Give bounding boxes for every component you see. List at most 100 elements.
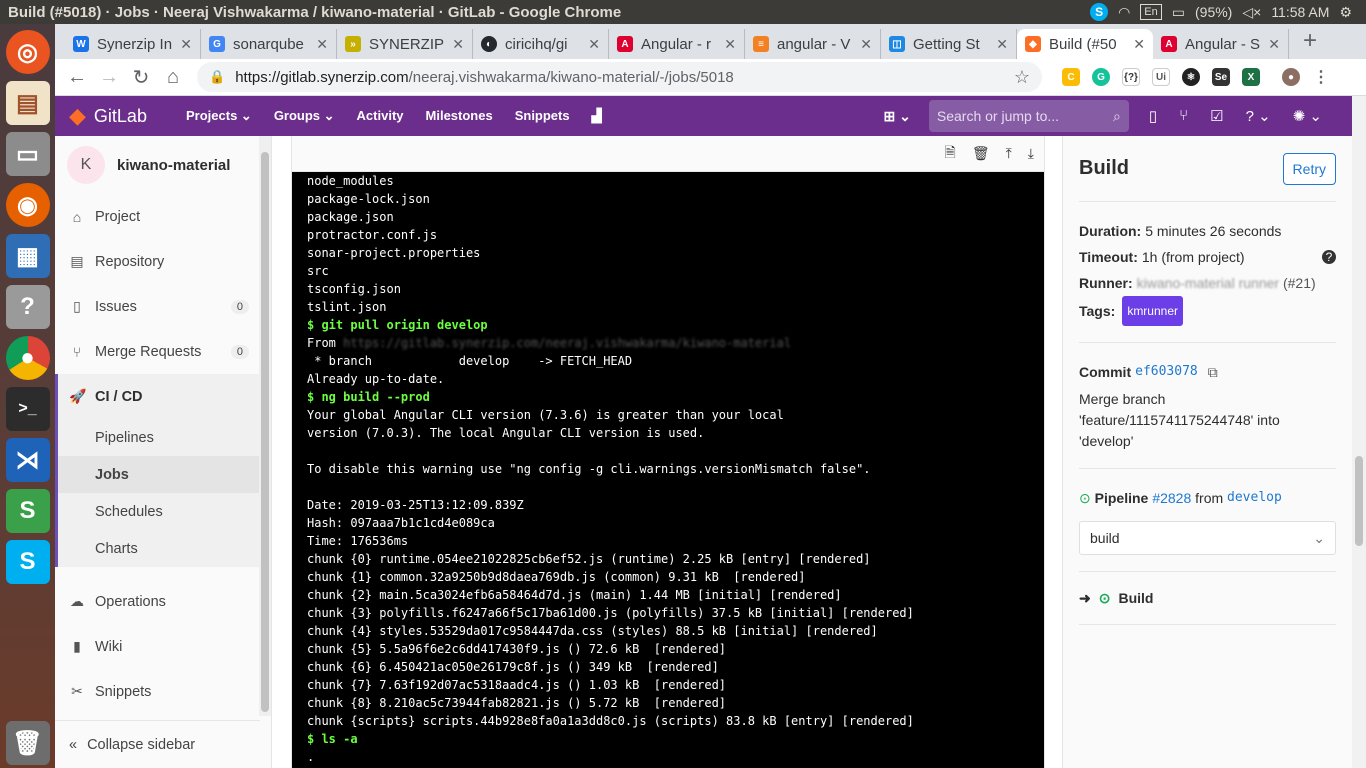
- reload-icon[interactable]: ↻: [125, 65, 157, 90]
- extension-icon[interactable]: C: [1062, 68, 1080, 86]
- nav-milestones[interactable]: Milestones: [426, 108, 493, 124]
- files-icon[interactable]: ▭: [5, 132, 50, 176]
- tab-close-icon[interactable]: ✕: [996, 36, 1008, 53]
- browser-tab[interactable]: A Angular - S ✕: [1153, 29, 1289, 59]
- tab-close-icon[interactable]: ✕: [1133, 36, 1145, 53]
- slack-s-icon[interactable]: S: [5, 489, 50, 533]
- nav-projects[interactable]: Projects ⌄: [186, 108, 252, 124]
- log-line: chunk {6} 6.450421ac050e26179c8f.js () 3…: [307, 660, 719, 674]
- collapse-sidebar-button[interactable]: « Collapse sidebar: [55, 720, 260, 768]
- stage-dropdown[interactable]: build ⌄: [1079, 521, 1336, 555]
- browser-tab[interactable]: ◐ ciricihq/gi ✕: [473, 29, 609, 59]
- project-header[interactable]: K kiwano-material: [55, 136, 271, 194]
- clock[interactable]: 11:58 AM: [1271, 4, 1329, 20]
- tab-title: Build (#50: [1049, 35, 1117, 53]
- sidebar-subitem-charts[interactable]: Charts: [58, 530, 271, 567]
- issues-icon[interactable]: ▯: [1149, 107, 1157, 125]
- json-extension-icon[interactable]: {?}: [1122, 68, 1140, 86]
- help-circle-icon[interactable]: ?: [1322, 250, 1336, 264]
- page-scrollbar[interactable]: [1352, 96, 1366, 768]
- pipeline-link[interactable]: #2828: [1152, 485, 1191, 511]
- nav-activity[interactable]: Activity: [357, 108, 404, 124]
- tab-close-icon[interactable]: ✕: [860, 36, 872, 53]
- tab-close-icon[interactable]: ✕: [316, 36, 328, 53]
- log-command-line: $ ng build --prod: [307, 390, 430, 404]
- tab-close-icon[interactable]: ✕: [452, 36, 464, 53]
- writer-icon[interactable]: ▦: [5, 234, 50, 278]
- branch-link[interactable]: develop: [1227, 485, 1282, 511]
- sidebar-item-wiki[interactable]: ▮ Wiki: [55, 624, 271, 669]
- sidebar-subitem-pipelines[interactable]: Pipelines: [58, 419, 271, 456]
- battery-icon[interactable]: ▭: [1172, 4, 1185, 21]
- bookmark-star-icon[interactable]: ☆: [1014, 67, 1030, 88]
- merge-requests-icon[interactable]: ⑂: [1179, 107, 1188, 125]
- user-avatar[interactable]: ✺ ⌄: [1293, 107, 1322, 125]
- volume-icon[interactable]: ◁×: [1242, 4, 1261, 21]
- browser-tab[interactable]: W Synerzip In ✕: [65, 29, 201, 59]
- react-devtools-icon[interactable]: ⚛: [1182, 68, 1200, 86]
- sidebar-item-issues[interactable]: ▯ Issues 0: [55, 284, 271, 329]
- browser-tab[interactable]: » SYNERZIP ✕: [337, 29, 473, 59]
- browser-tab-active[interactable]: ◆ Build (#50 ✕: [1017, 29, 1153, 59]
- tab-close-icon[interactable]: ✕: [1268, 36, 1280, 53]
- keyboard-language[interactable]: En: [1140, 4, 1162, 20]
- chrome-icon[interactable]: ●: [5, 336, 50, 380]
- vscode-icon[interactable]: ⋊: [5, 438, 50, 482]
- sidebar-item-project[interactable]: ⌂ Project: [55, 194, 271, 239]
- selenium-icon[interactable]: Se: [1212, 68, 1230, 86]
- sidebar-scroll-thumb[interactable]: [261, 152, 269, 712]
- erase-log-icon[interactable]: 🗑: [972, 145, 990, 162]
- settings-gear-icon[interactable]: ⚙: [1339, 4, 1352, 21]
- tab-close-icon[interactable]: ✕: [588, 36, 600, 53]
- tab-close-icon[interactable]: ✕: [180, 36, 192, 53]
- browser-tab[interactable]: ≡ angular - V ✕: [745, 29, 881, 59]
- profile-avatar[interactable]: ●: [1282, 68, 1300, 86]
- scroll-to-top-icon[interactable]: ⤒: [1006, 145, 1012, 162]
- help-icon[interactable]: ?: [5, 285, 50, 329]
- back-icon[interactable]: ←: [61, 66, 93, 89]
- sidebar-item-repository[interactable]: ▤ Repository: [55, 239, 271, 284]
- trash-icon[interactable]: 🗑: [5, 721, 50, 765]
- stage-job-item[interactable]: ➜ ⊙ Build: [1079, 571, 1336, 625]
- page-scroll-thumb[interactable]: [1355, 456, 1363, 546]
- ubuntu-dash-icon[interactable]: ◎: [5, 30, 50, 74]
- sidebar-scrollbar[interactable]: [259, 136, 271, 716]
- browser-tab[interactable]: Gsonarqube ✕: [201, 29, 337, 59]
- terminal-icon[interactable]: >_: [5, 387, 50, 431]
- wifi-icon[interactable]: ◠: [1118, 4, 1130, 21]
- skype-icon[interactable]: S: [5, 540, 50, 584]
- excel-extension-icon[interactable]: X: [1242, 68, 1260, 86]
- raw-log-icon[interactable]: 🗎: [945, 142, 956, 166]
- ui-extension-icon[interactable]: Ui: [1152, 68, 1170, 86]
- forward-icon[interactable]: →: [93, 66, 125, 89]
- sidebar-subitem-schedules[interactable]: Schedules: [58, 493, 271, 530]
- chart-icon[interactable]: ▟: [592, 108, 602, 124]
- tab-close-icon[interactable]: ✕: [724, 36, 736, 53]
- sidebar-item-operations[interactable]: ☁ Operations: [55, 579, 271, 624]
- chrome-menu-icon[interactable]: ⋮: [1312, 68, 1330, 86]
- copy-icon[interactable]: ⧉: [1208, 359, 1218, 385]
- sidebar-subitem-jobs[interactable]: Jobs: [58, 456, 271, 493]
- firefox-icon[interactable]: ◉: [5, 183, 50, 227]
- address-bar[interactable]: 🔒 https://gitlab.synerzip.com/neeraj.vis…: [197, 62, 1042, 92]
- search-input[interactable]: Search or jump to... ⌕: [928, 100, 1129, 132]
- todos-icon[interactable]: ☑: [1210, 107, 1223, 125]
- sidebar-item-snippets[interactable]: ✂ Snippets: [55, 669, 271, 714]
- commit-sha-link[interactable]: ef603078: [1135, 359, 1198, 385]
- skype-tray-icon[interactable]: S: [1090, 3, 1109, 21]
- gitlab-home-link[interactable]: ◆ GitLab: [55, 103, 183, 129]
- new-tab-button[interactable]: +: [1289, 27, 1317, 59]
- scroll-to-bottom-icon[interactable]: ⤓: [1028, 145, 1034, 162]
- nav-groups[interactable]: Groups ⌄: [274, 108, 335, 124]
- nav-snippets[interactable]: Snippets: [515, 108, 570, 124]
- document-viewer-icon[interactable]: ▤: [5, 81, 50, 125]
- sidebar-item-cicd[interactable]: 🚀 CI / CD: [55, 374, 271, 419]
- help-dropdown-icon[interactable]: ? ⌄: [1246, 107, 1271, 125]
- browser-tab[interactable]: ◫ Getting St ✕: [881, 29, 1017, 59]
- sidebar-item-merge-requests[interactable]: ⑂ Merge Requests 0: [55, 329, 271, 374]
- retry-button[interactable]: Retry: [1282, 152, 1336, 185]
- grammarly-icon[interactable]: G: [1092, 68, 1110, 86]
- new-dropdown-icon[interactable]: ⊞ ⌄: [884, 108, 911, 125]
- home-icon[interactable]: ⌂: [157, 66, 189, 89]
- browser-tab[interactable]: A Angular - r ✕: [609, 29, 745, 59]
